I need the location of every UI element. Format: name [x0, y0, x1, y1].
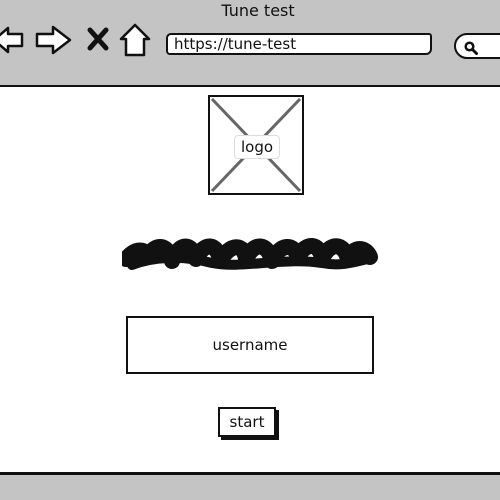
- start-button[interactable]: start: [218, 407, 276, 437]
- logo-image: logo: [208, 95, 304, 195]
- username-input[interactable]: [126, 316, 374, 374]
- logo-label: logo: [234, 135, 280, 159]
- browser-window: Tune test https://tune-test logo usernam…: [0, 0, 500, 500]
- search-box[interactable]: [454, 33, 500, 59]
- arrow-right-icon: [34, 22, 74, 58]
- page-viewport: logo start: [0, 85, 500, 475]
- arrow-left-icon: [0, 22, 26, 58]
- home-icon: [118, 22, 152, 58]
- forward-button[interactable]: [34, 22, 74, 58]
- search-icon: [464, 40, 478, 59]
- close-icon: [84, 22, 112, 58]
- home-button[interactable]: [118, 22, 152, 58]
- headline-scribble: [118, 235, 378, 281]
- back-button[interactable]: [0, 22, 26, 58]
- address-bar[interactable]: [166, 33, 432, 55]
- window-title: Tune test: [221, 1, 295, 20]
- stop-button[interactable]: [84, 22, 112, 58]
